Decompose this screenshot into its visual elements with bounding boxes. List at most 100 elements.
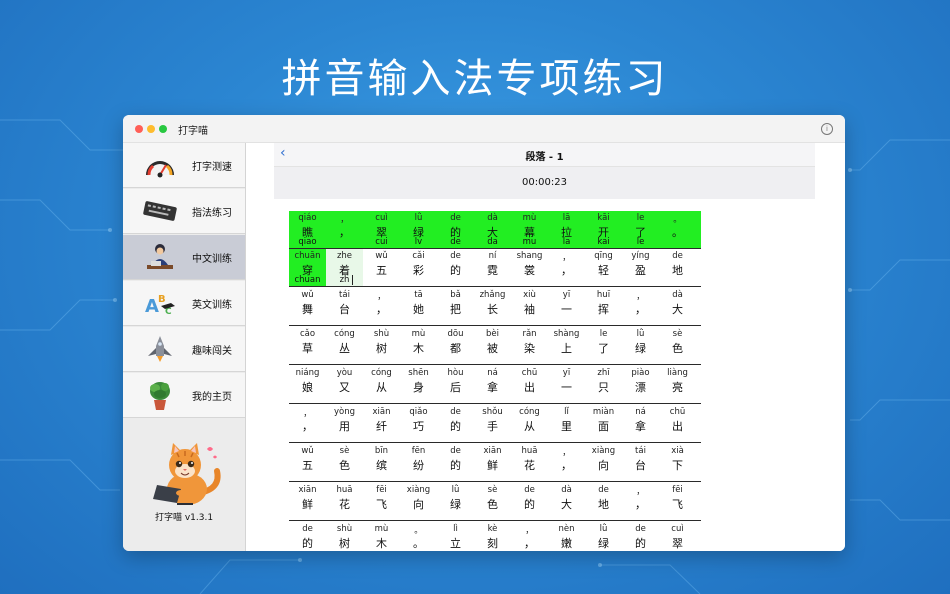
practice-row: cǎo 草 cóng 丛 shù 树 mù 木 dōu 都 bèi 被 rǎn 染 shàng 上 le 了 lǜ 绿…: [164, 327, 701, 365]
char-cell: wǔ 五: [363, 249, 400, 287]
pinyin-label: cuì: [671, 524, 684, 534]
char-cell: de的: [696, 366, 701, 404]
char-cell: fēi 飞: [363, 483, 400, 521]
typed-input: chun: [696, 237, 701, 247]
hanzi-char: 出: [524, 381, 535, 394]
minimize-window-button[interactable]: [147, 125, 155, 133]
pinyin-label: le: [636, 213, 645, 223]
practice-text-grid: qiáo 瞧 qiao，， cuì 翠 cui lǜ 绿 lv de 的 de dà 大 da mù 幕 mu lā…: [164, 211, 701, 549]
pinyin-label: huā: [336, 485, 353, 495]
char-cell: huā 花: [326, 483, 363, 521]
char-cell: xiān 纤: [363, 405, 400, 443]
pinyin-label: cóng: [371, 368, 392, 378]
hanzi-char: 台: [635, 459, 646, 472]
char-cell: tā 她: [400, 288, 437, 326]
pinyin-label: sè: [339, 446, 350, 456]
char-cell: de 地: [659, 249, 696, 287]
pinyin-label: qīng: [594, 251, 613, 261]
hanzi-char: 用: [339, 420, 350, 433]
char-cell: shang 裳: [511, 249, 548, 287]
hanzi-char: 。: [672, 226, 683, 239]
pinyin-label: fēi: [672, 485, 683, 495]
pinyin-label: shàng: [553, 329, 580, 339]
hanzi-char: 飞: [376, 498, 387, 511]
char-cell: cuì 翠 cui: [363, 211, 400, 249]
hanzi-char: 向: [413, 498, 424, 511]
char-cell: qiǎo 巧: [400, 405, 437, 443]
pinyin-label: sè: [487, 485, 498, 495]
hanzi-char: 色: [487, 498, 498, 511]
row-divider: [289, 325, 701, 326]
char-cell: liàng 亮: [659, 366, 696, 404]
pinyin-label: lā: [562, 213, 571, 223]
pinyin-label: xiàng: [591, 446, 616, 456]
info-icon[interactable]: i: [821, 123, 833, 135]
hanzi-char: 一: [696, 418, 701, 434]
char-cell: qiáo 瞧 qiao: [289, 211, 326, 249]
pinyin-label: de: [635, 524, 646, 534]
hanzi-char: 霓: [487, 264, 498, 277]
char-cell: xiù 袖: [511, 288, 548, 326]
hanzi-char: 大: [672, 303, 683, 316]
char-cell: zǒu走: [696, 249, 701, 287]
char-cell: hòu 后: [437, 366, 474, 404]
hanzi-char: 长: [487, 303, 498, 316]
pinyin-label: hòu: [447, 368, 464, 378]
char-cell: cuì 翠: [659, 522, 696, 549]
text-cursor: [352, 275, 353, 285]
pinyin-label: dà: [561, 485, 572, 495]
char-cell: niáng 娘: [289, 366, 326, 404]
hanzi-char: 一: [561, 381, 572, 394]
char-cell: kè 刻: [474, 522, 511, 549]
practice-row: wǔ舞tái台，，tā她bǎ把zhǎng长xiù袖yī一huī挥，，dà大de地…: [164, 288, 701, 326]
hanzi-char: 出: [672, 420, 683, 433]
close-window-button[interactable]: [135, 125, 143, 133]
pinyin-label: wǔ: [301, 446, 314, 456]
char-cell: ní 霓: [474, 249, 511, 287]
sidebar-item-speed-test[interactable]: 打字测速: [123, 143, 245, 188]
row-divider: [289, 481, 701, 482]
char-cell: 。。: [659, 211, 696, 249]
pinyin-label: zǒu: [696, 251, 701, 261]
char-cell: cóng 丛: [326, 327, 363, 365]
char-cell: kāi 开 kai: [585, 211, 622, 249]
pinyin-label: tái: [635, 446, 646, 456]
hanzi-char: 手: [487, 420, 498, 433]
pinyin-label: chū: [521, 368, 538, 378]
hanzi-char: 轻: [598, 264, 609, 277]
hanzi-char: 拿: [635, 420, 646, 433]
pinyin-label: sè: [672, 329, 683, 339]
typed-input: mu: [522, 237, 537, 247]
paragraph-title: 段落 - 1: [525, 152, 564, 163]
pinyin-label: de: [450, 251, 461, 261]
char-cell: ，，: [622, 288, 659, 326]
hanzi-char: 被: [487, 342, 498, 355]
hanzi-char: ，: [339, 226, 350, 239]
char-cell: lǐ 里: [548, 405, 585, 443]
char-cell: rǎn 染: [511, 327, 548, 365]
char-cell: zhǎng 长: [474, 288, 511, 326]
pinyin-label: de: [672, 251, 683, 261]
zoom-window-button[interactable]: [159, 125, 167, 133]
hanzi-char: ，: [302, 420, 313, 433]
pinyin-label: de: [696, 290, 701, 300]
char-cell: 。。: [400, 522, 437, 549]
hanzi-char: 袖: [524, 303, 535, 316]
char-cell: yī一: [696, 405, 701, 443]
hanzi-char: 五: [302, 459, 313, 472]
hanzi-char: 面: [598, 420, 609, 433]
char-cell: yī一: [548, 366, 585, 404]
char-cell: ，，: [289, 405, 326, 443]
pinyin-label: xiù: [523, 290, 536, 300]
pinyin-label: lǜ: [451, 485, 460, 495]
hanzi-char: 都: [450, 342, 461, 355]
pinyin-label: cóng: [519, 407, 540, 417]
hanzi-char: 鲜: [302, 498, 313, 511]
hanzi-char: 染: [524, 342, 535, 355]
char-cell: lǜ 绿: [585, 522, 622, 549]
pinyin-label: dà: [487, 213, 498, 223]
pinyin-label: xià: [671, 446, 684, 456]
typed-input: le: [636, 237, 645, 247]
char-cell: yòng 用: [326, 405, 363, 443]
hanzi-char: 大: [561, 498, 572, 511]
